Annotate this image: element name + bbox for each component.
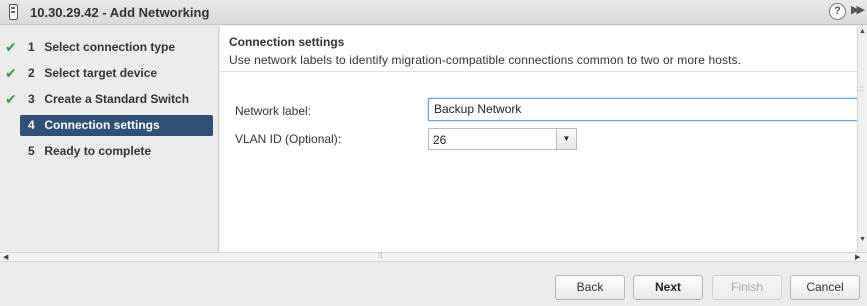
back-button[interactable]: Back	[555, 275, 625, 300]
connection-settings-panel: Connection settings Use network labels t…	[220, 26, 860, 252]
scroll-grip-icon[interactable]: ⁞⁞	[378, 251, 382, 260]
step-select-target-device[interactable]: ✔ 2 Select target device	[5, 63, 213, 84]
step-label: Select connection type	[44, 40, 176, 54]
scroll-down-icon[interactable]: ▼	[859, 236, 866, 243]
section-description: Use network labels to identify migration…	[229, 53, 742, 67]
scroll-right-icon[interactable]: ▶	[855, 253, 860, 261]
help-icon[interactable]: ?	[829, 3, 846, 20]
check-icon: ✔	[5, 39, 17, 55]
step-create-standard-switch[interactable]: ✔ 3 Create a Standard Switch	[5, 89, 213, 110]
section-title: Connection settings	[229, 35, 345, 49]
expand-icon[interactable]: ▶▶	[851, 3, 865, 16]
step-number: 1	[28, 40, 35, 54]
check-icon: ✔	[5, 91, 17, 107]
vlan-id-select[interactable]: 26 ▼	[428, 128, 577, 150]
finish-button[interactable]: Finish	[712, 275, 782, 300]
network-label-label: Network label:	[235, 104, 312, 118]
network-label-input[interactable]: Backup Network	[428, 98, 860, 121]
step-label: Create a Standard Switch	[44, 92, 190, 106]
divider	[220, 71, 857, 72]
vertical-scrollbar[interactable]: ▲ :: ▼	[857, 26, 867, 252]
host-icon	[9, 4, 18, 20]
vlan-id-label: VLAN ID (Optional):	[235, 132, 342, 146]
step-label: Ready to complete	[44, 144, 152, 158]
check-icon: ✔	[5, 65, 17, 81]
horizontal-scrollbar[interactable]: ◀ ⁞⁞ ▶	[0, 251, 867, 262]
step-select-connection-type[interactable]: ✔ 1 Select connection type	[5, 37, 213, 58]
step-label: Select target device	[44, 66, 158, 80]
next-button[interactable]: Next	[633, 275, 703, 300]
scroll-left-icon[interactable]: ◀	[3, 253, 8, 261]
cancel-button[interactable]: Cancel	[790, 275, 860, 300]
add-networking-window: 10.30.29.42 - Add Networking ? ▶▶ ✔ 1 Se…	[0, 0, 867, 306]
step-ready-to-complete[interactable]: 5 Ready to complete	[20, 141, 213, 162]
title-bar: 10.30.29.42 - Add Networking ? ▶▶	[0, 0, 867, 25]
scroll-grip-icon[interactable]: ::	[859, 84, 863, 93]
scroll-up-icon[interactable]: ▲	[859, 28, 866, 35]
dropdown-arrow-icon[interactable]: ▼	[556, 129, 576, 149]
step-number: 3	[28, 92, 35, 106]
vlan-id-value: 26	[433, 133, 447, 147]
wizard-footer: Back Next Finish Cancel	[0, 263, 867, 306]
step-connection-settings[interactable]: 4 Connection settings	[20, 115, 213, 136]
step-number: 4	[28, 118, 35, 132]
step-number: 5	[28, 144, 35, 158]
window-title: 10.30.29.42 - Add Networking	[30, 5, 210, 20]
wizard-steps-sidebar: ✔ 1 Select connection type ✔ 2 Select ta…	[0, 26, 219, 252]
step-label: Connection settings	[44, 118, 160, 132]
step-number: 2	[28, 66, 35, 80]
